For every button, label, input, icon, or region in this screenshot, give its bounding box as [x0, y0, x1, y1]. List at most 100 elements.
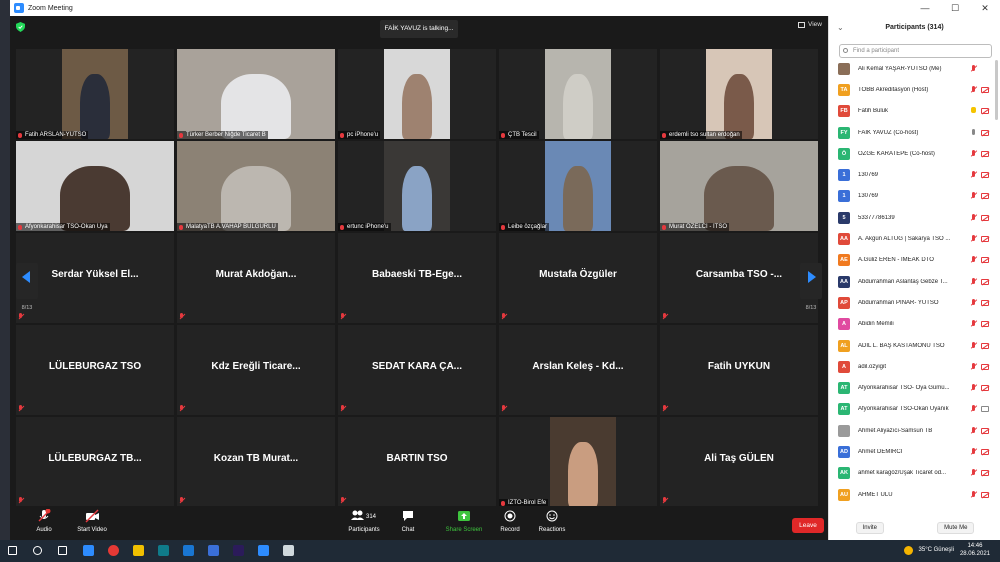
video-tile[interactable]: Afyonkarahisar TSO-Okan Uya — [16, 141, 174, 231]
chat-button[interactable]: Chat — [378, 509, 438, 533]
video-tile[interactable]: Kozan TB Murat... — [177, 417, 335, 507]
app-icon[interactable] — [283, 545, 294, 556]
participant-row[interactable]: AA A. Akgün ALTUĞ | Sakarya TSO ... — [829, 228, 997, 249]
security-shield-icon[interactable] — [16, 22, 25, 32]
video-tile[interactable]: SEDAT KARA ÇA... — [338, 325, 496, 415]
video-tile[interactable]: erdemli tso sultan erdoğan — [660, 49, 818, 139]
participant-row[interactable]: AK ahmet karagöz/Uşak Ticaret od... — [829, 463, 997, 484]
camera-icon — [981, 172, 989, 179]
tile-name-label: ertunc iPhone'u — [338, 223, 391, 231]
video-tile[interactable]: ertunc iPhone'u — [338, 141, 496, 231]
start-video-button[interactable]: Start Video — [62, 509, 122, 533]
invite-button[interactable]: Invite — [855, 522, 884, 534]
participant-row[interactable]: AU AHMET ULU — [829, 484, 997, 505]
video-tile[interactable]: LÜLEBURGAZ TB... — [16, 417, 174, 507]
video-tile[interactable]: Fatih UYKUN — [660, 325, 818, 415]
participant-row[interactable]: 5 53377786139 — [829, 207, 997, 228]
participant-search-input[interactable]: Find a participant — [839, 44, 992, 58]
search-icon[interactable] — [33, 546, 42, 555]
task-view-icon[interactable] — [58, 546, 67, 555]
participant-row[interactable]: Ali Kemal YAŞAR-YÜTSO (Me) — [829, 58, 997, 79]
page-indicator-right: 8/13 — [805, 305, 817, 311]
video-tile[interactable]: Babaeski TB-Ege... — [338, 233, 496, 323]
video-tile[interactable]: Arslan Keleş - Kd... — [499, 325, 657, 415]
participant-list[interactable]: Ali Kemal YAŞAR-YÜTSO (Me) TA TOBB Akredit… — [829, 58, 997, 516]
close-button[interactable]: ✕ — [970, 0, 1000, 16]
avatar: AT — [838, 382, 850, 395]
avatar: AA — [838, 233, 850, 246]
participant-row[interactable]: AT Afyonkarahisar TSO-Okan Uyanık — [829, 399, 997, 420]
mail-icon[interactable] — [183, 545, 194, 556]
video-tile[interactable]: Carsamba TSO -... — [660, 233, 818, 323]
chevron-down-icon[interactable]: ⌄ — [837, 16, 844, 40]
participant-row[interactable]: A Abidin Memili — [829, 314, 997, 335]
participant-list-scrollbar[interactable] — [995, 60, 998, 120]
participant-row[interactable]: 1 130769 — [829, 164, 997, 185]
photoshop-icon[interactable] — [233, 545, 244, 556]
participant-row[interactable]: AA Abdurrahman Aslantaş Gebze T... — [829, 271, 997, 292]
video-tile[interactable]: Murat Akdoğan... — [177, 233, 335, 323]
video-tile[interactable]: Murat ÖZELCİ - İTSO — [660, 141, 818, 231]
video-tile[interactable]: İZTO-Birol Efe — [499, 417, 657, 507]
maximize-button[interactable]: ☐ — [940, 0, 970, 16]
video-tile[interactable]: ÇTB Tescil — [499, 49, 657, 139]
next-page-button[interactable]: 8/13 — [800, 263, 822, 311]
word-icon[interactable] — [208, 545, 219, 556]
camera-icon — [981, 491, 989, 498]
microphone-icon — [970, 490, 977, 499]
view-button[interactable]: View — [798, 21, 822, 28]
video-tile[interactable]: Fatih ARSLAN-YÜTSO — [16, 49, 174, 139]
video-tile[interactable]: Türker Berber Niğde Ticaret B — [177, 49, 335, 139]
avatar: AD — [838, 445, 850, 458]
minimize-button[interactable]: — — [910, 0, 940, 16]
start-icon[interactable] — [8, 546, 17, 555]
participant-row[interactable]: FB Fatih Buluk — [829, 101, 997, 122]
microphone-muted-icon — [18, 405, 24, 412]
video-tile[interactable]: BARTIN TSO — [338, 417, 496, 507]
person-silhouette — [221, 166, 291, 231]
video-tile[interactable]: pc iPhone'u — [338, 49, 496, 139]
participant-row[interactable]: AD Ahmet DEMİRCİ — [829, 441, 997, 462]
participant-row[interactable]: 1 130769 — [829, 186, 997, 207]
store-icon[interactable] — [158, 545, 169, 556]
participant-name: Fatih Buluk — [858, 108, 889, 115]
person-silhouette — [402, 166, 432, 231]
leave-button[interactable]: Leave — [792, 518, 824, 533]
participant-name: A. Akgün ALTUĞ | Sakarya TSO ... — [858, 236, 951, 243]
reactions-button[interactable]: Reactions — [522, 509, 582, 533]
participant-row[interactable]: TA TOBB Akreditasyon (Host) — [829, 79, 997, 100]
video-tile[interactable]: LÜLEBURGAZ TSO — [16, 325, 174, 415]
participant-row[interactable]: Ahmet Aliyazıcı-Samsun TB — [829, 420, 997, 441]
video-gallery: FAİK YAVUZ is talking... View Fatih ARSL… — [10, 16, 828, 507]
video-tile[interactable]: MalatyaTB A.VAHAP BULGURLU — [177, 141, 335, 231]
participant-row[interactable]: AT Afyonkarahisar TSO- Oya Gümü... — [829, 377, 997, 398]
avatar: AT — [838, 403, 850, 416]
mute-me-button[interactable]: Mute Me — [937, 522, 975, 534]
microphone-icon — [970, 320, 977, 328]
participant-row[interactable]: FY FAİK YAVUZ (Co-host) — [829, 122, 997, 143]
video-tile[interactable]: Ali Taş GÜLEN — [660, 417, 818, 507]
participant-row[interactable]: AE A.Güliz EREN - IMEAK DTO — [829, 250, 997, 271]
participant-row[interactable]: AL ADİL L. BAŞ KASTAMONU TSO — [829, 335, 997, 356]
tile-name-label: LÜLEBURGAZ TSO — [48, 361, 142, 372]
edge-icon[interactable] — [83, 545, 94, 556]
participant-name: Ahmet DEMİRCİ — [858, 448, 903, 455]
microphone-icon — [970, 362, 977, 371]
avatar: 1 — [838, 190, 850, 203]
clock[interactable]: 14:46 28.06.2021 — [960, 542, 990, 558]
video-tile[interactable]: Mustafa Özgüler — [499, 233, 657, 323]
participant-row[interactable]: AP Abdurrahman PINAR- YÜTSO — [829, 292, 997, 313]
participant-row[interactable]: Aadil.ozyigit — [829, 356, 997, 377]
previous-page-button[interactable]: 8/13 — [16, 263, 38, 311]
participant-row[interactable]: Ö ÖZGE KARATEPE (Co-host) — [829, 143, 997, 164]
microphone-icon — [970, 128, 977, 137]
view-label: View — [808, 21, 822, 28]
camera-icon — [981, 108, 989, 115]
camera-icon — [981, 406, 989, 413]
chrome-icon[interactable] — [108, 545, 119, 556]
video-tile[interactable]: Serdar Yüksel El... — [16, 233, 174, 323]
file-explorer-icon[interactable] — [133, 545, 144, 556]
video-tile[interactable]: Kdz Ereğli Ticare... — [177, 325, 335, 415]
zoom-icon[interactable] — [258, 545, 269, 556]
video-tile[interactable]: Leibe özçağlar — [499, 141, 657, 231]
